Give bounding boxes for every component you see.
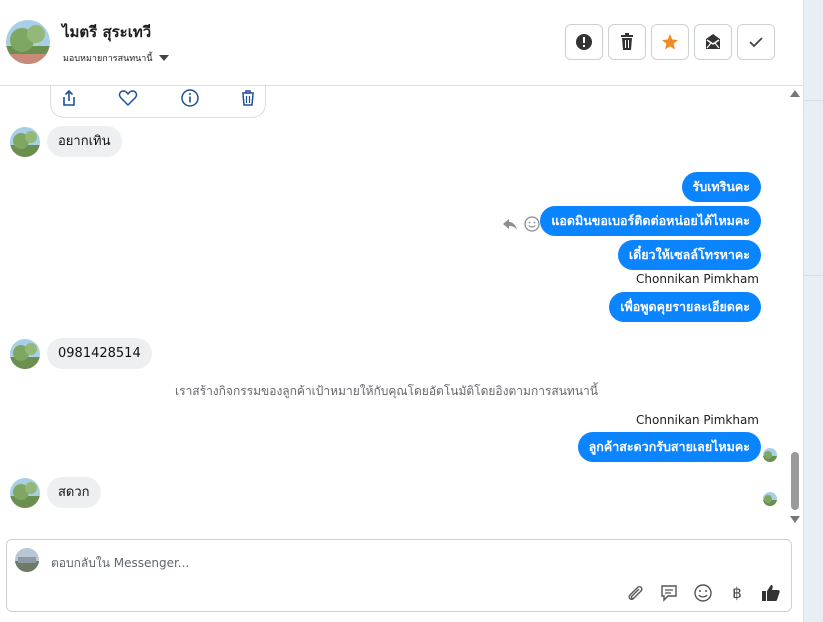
contact-avatar-small	[10, 339, 40, 369]
seen-avatar	[763, 492, 777, 506]
heart-icon[interactable]	[118, 88, 138, 108]
incoming-message[interactable]: 0981428514	[47, 338, 152, 369]
caret-down-icon	[158, 55, 169, 61]
sender-name: Chonnikan Pimkham	[636, 413, 759, 427]
trash-icon[interactable]	[238, 88, 258, 108]
reply-icon[interactable]	[502, 216, 518, 232]
contact-avatar-small	[10, 478, 40, 508]
messenger-inbox: ไมตรี สุระเทวี มอบหมายการสนทนานี้ อยากเท…	[0, 0, 823, 622]
trash-icon	[621, 33, 633, 50]
report-spam-button[interactable]	[565, 24, 603, 60]
info-icon[interactable]	[180, 88, 200, 108]
mark-done-button[interactable]	[737, 24, 775, 60]
check-icon	[749, 37, 763, 48]
scroll-down-arrow-icon[interactable]	[790, 516, 800, 523]
baht-icon[interactable]: ฿	[727, 583, 747, 603]
seen-avatar	[763, 448, 777, 462]
contact-avatar[interactable]	[6, 20, 50, 64]
thread-scrollbar[interactable]	[788, 86, 802, 532]
mark-unread-button[interactable]	[694, 24, 732, 60]
react-smiley-icon[interactable]	[524, 216, 540, 232]
share-icon[interactable]	[59, 88, 79, 108]
star-button[interactable]	[651, 24, 689, 60]
message-composer[interactable]: ตอบกลับใน Messenger... ฿	[6, 539, 792, 612]
assign-conversation-dropdown[interactable]: มอบหมายการสนทนานี้	[63, 51, 169, 65]
message-thread[interactable]: อยากเทิน รับเทรินคะ แอดมินขอเบอร์ติดต่อห…	[0, 86, 803, 532]
adjacent-panel-edge	[803, 0, 823, 622]
contact-name[interactable]: ไมตรี สุระเทวี	[62, 20, 151, 44]
thumbs-up-icon[interactable]	[761, 583, 781, 603]
composer-tools: ฿	[625, 583, 781, 603]
attachment-actions	[51, 88, 267, 112]
system-note: เราสร้างกิจกรรมของลูกค้าเป้าหมายให้กับคุ…	[175, 384, 598, 398]
attachment-card[interactable]	[50, 86, 266, 118]
scroll-thumb[interactable]	[791, 452, 799, 510]
chat-bubble-icon[interactable]	[659, 583, 679, 603]
outgoing-message[interactable]: ลูกค้าสะดวกรับสายเลยไหมคะ	[577, 432, 761, 462]
outgoing-message[interactable]: รับเทรินคะ	[681, 172, 761, 202]
page-avatar	[15, 548, 39, 572]
envelope-icon	[706, 34, 720, 49]
incoming-message[interactable]: สดวก	[47, 477, 101, 508]
outgoing-message[interactable]: เพื่อพูดคุยรายละเอียดคะ	[609, 292, 761, 322]
star-icon	[662, 34, 678, 50]
reply-input[interactable]: ตอบกลับใน Messenger...	[51, 554, 189, 573]
incoming-message[interactable]: อยากเทิน	[47, 126, 122, 157]
scroll-up-arrow-icon[interactable]	[790, 90, 800, 97]
paperclip-icon[interactable]	[625, 583, 645, 603]
delete-button[interactable]	[608, 24, 646, 60]
message-hover-actions	[502, 216, 540, 232]
smiley-icon[interactable]	[693, 583, 713, 603]
conversation-header: ไมตรี สุระเทวี มอบหมายการสนทนานี้	[0, 0, 803, 86]
outgoing-message[interactable]: แอดมินขอเบอร์ติดต่อหน่อยได้ไหมคะ	[540, 206, 761, 236]
exclamation-circle-icon	[576, 34, 592, 50]
assign-label: มอบหมายการสนทนานี้	[63, 54, 153, 64]
sender-name: Chonnikan Pimkham	[636, 272, 759, 286]
contact-avatar-small	[10, 127, 40, 157]
outgoing-message[interactable]: เดี๋ยวให้เซลล์โทรหาคะ	[617, 240, 761, 270]
